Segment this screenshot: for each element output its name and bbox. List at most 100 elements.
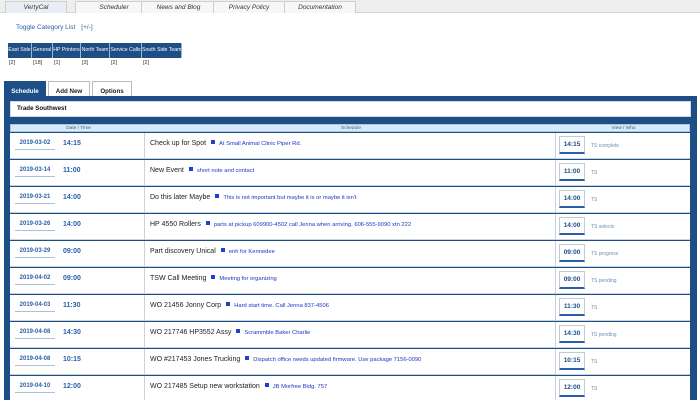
view-who-cell: 12:00 TS: [555, 376, 690, 400]
category-service-calls[interactable]: Service Calls: [110, 43, 142, 58]
event-status: TS complete: [591, 143, 620, 149]
column-header-schedule: Schedule: [340, 126, 361, 131]
nav-tab-news-blog[interactable]: News and Blog: [141, 1, 216, 13]
row-date[interactable]: 2019-04-08: [15, 326, 55, 339]
category-count: [18]: [33, 60, 43, 66]
row-date[interactable]: 2019-04-08: [15, 353, 55, 366]
table-row: 2019-03-02 14:15 Check up for Spot At Sma…: [10, 133, 690, 159]
view-event-button[interactable]: 09:00: [559, 244, 585, 262]
category-north-team[interactable]: North Team: [81, 43, 110, 58]
date-time-cell: 2019-03-02 14:15: [10, 133, 145, 159]
table-row: 2019-03-14 11:00 New Event short note and…: [10, 160, 690, 186]
event-title-text: Check up for Spot: [150, 140, 207, 147]
view-event-button[interactable]: 14:15: [559, 136, 585, 154]
row-time: 10:15: [63, 356, 81, 363]
event-title-text: New Event: [150, 167, 184, 174]
date-time-cell: 2019-03-21 14:00: [10, 187, 145, 213]
event-title-text: Do this later Maybe: [150, 194, 211, 201]
event-title: New Event short note and contact: [150, 167, 254, 174]
row-date[interactable]: 2019-04-03: [15, 299, 55, 312]
row-time: 14:00: [63, 221, 81, 228]
event-note: Scrammble Baker Charlie: [244, 330, 311, 336]
category-toggle[interactable]: Toggle Category List [+/-]: [16, 24, 93, 31]
category-east-side[interactable]: East Side: [8, 43, 32, 58]
view-event-button[interactable]: 12:00: [559, 379, 585, 397]
row-date[interactable]: 2019-04-02: [15, 272, 55, 285]
note-bullet-icon: [264, 383, 269, 387]
row-time: 14:15: [63, 140, 81, 147]
event-status: TS: [591, 386, 598, 392]
date-time-cell: 2019-04-02 09:00: [10, 268, 145, 294]
category-hp-printers[interactable]: HP Printers: [53, 43, 81, 58]
view-event-button[interactable]: 11:30: [559, 298, 585, 316]
event-status: TS: [591, 170, 598, 176]
view-who-cell: 14:00 TS selects: [555, 214, 690, 240]
table-row: 2019-04-08 10:15 WO #217453 Jones Trucki…: [10, 349, 690, 375]
view-event-button[interactable]: 14:00: [559, 217, 585, 235]
event-status: TS pending: [591, 332, 617, 338]
event-title: WO 217746 HP3552 Assy Scrammble Baker Cha…: [150, 329, 310, 336]
event-title: WO 217485 Setup new workstation JB Morfre…: [150, 383, 327, 390]
view-who-cell: 10:15 TS: [555, 349, 690, 375]
row-date[interactable]: 2019-03-29: [15, 245, 55, 258]
date-time-cell: 2019-03-29 09:00: [10, 241, 145, 267]
event-title-text: HP 4550 Rollers: [150, 221, 201, 228]
view-who-cell: 14:30 TS pending: [555, 322, 690, 348]
date-time-cell: 2019-03-14 11:00: [10, 160, 145, 186]
category-count: [2]: [111, 60, 118, 66]
date-time-cell: 2019-04-10 12:00: [10, 376, 145, 400]
event-status: TS: [591, 359, 598, 365]
event-status: TS: [591, 305, 598, 311]
view-who-cell: 14:00 TS: [555, 187, 690, 213]
note-bullet-icon: [226, 302, 231, 306]
event-title-text: WO 217746 HP3552 Assy: [150, 329, 232, 336]
category-toggle-label[interactable]: Toggle Category List: [16, 24, 75, 31]
row-date[interactable]: 2019-03-21: [15, 191, 55, 204]
row-time: 11:30: [63, 302, 81, 309]
note-bullet-icon: [236, 329, 241, 333]
event-title: Check up for Spot At Small Animal Clinic …: [150, 140, 301, 147]
view-who-cell: 11:00 TS: [555, 160, 690, 186]
view-event-button[interactable]: 14:00: [559, 190, 585, 208]
view-event-button[interactable]: 11:00: [559, 163, 585, 181]
event-note: Hard start time. Call Jenna 837-4506: [234, 303, 329, 309]
nav-tab-vertycal[interactable]: VertyCal: [5, 1, 67, 13]
category-general[interactable]: General: [32, 43, 53, 58]
category-count: [2]: [9, 60, 16, 66]
view-event-button[interactable]: 09:00: [559, 271, 585, 289]
event-note: At Small Animal Clinic Piper Rd.: [219, 141, 302, 147]
category-count: [2]: [143, 60, 150, 66]
view-who-cell: 11:30 TS: [555, 295, 690, 321]
table-row: 2019-04-03 11:30 WO 21456 Jonny Corp Hard…: [10, 295, 690, 321]
table-row: 2019-03-29 09:00 Part discovery Unical en…: [10, 241, 690, 267]
nav-tab-documentation[interactable]: Documentation: [284, 1, 356, 13]
row-time: 12:00: [63, 383, 81, 390]
note-bullet-icon: [215, 194, 220, 198]
event-title-text: WO #217453 Jones Trucking: [150, 356, 241, 363]
event-title: TSW Call Meeting Meeting for organizing: [150, 275, 277, 282]
row-date[interactable]: 2019-03-14: [15, 164, 55, 177]
event-status: TS: [591, 197, 598, 203]
date-time-cell: 2019-04-03 11:30: [10, 295, 145, 321]
event-title-text: WO 217485 Setup new workstation: [150, 383, 260, 390]
view-who-cell: 09:00 TS pending: [555, 268, 690, 294]
event-title: HP 4550 Rollers parts at pickup 609900-45…: [150, 221, 411, 228]
event-note: JB Morfree Bldg. 757: [272, 384, 328, 390]
table-header: Date / Time Schedule View / Who: [10, 124, 690, 132]
row-date[interactable]: 2019-03-02: [15, 137, 55, 150]
column-header-view-who: View / Who: [611, 126, 636, 131]
row-date[interactable]: 2019-03-26: [15, 218, 55, 231]
view-event-button[interactable]: 10:15: [559, 352, 585, 370]
nav-tab-privacy-policy[interactable]: Privacy Policy: [213, 1, 285, 13]
table-row: 2019-03-21 14:00 Do this later Maybe This…: [10, 187, 690, 213]
event-title: Do this later Maybe This is not important…: [150, 194, 357, 201]
row-time: 11:00: [63, 167, 81, 174]
note-bullet-icon: [205, 221, 210, 225]
row-date[interactable]: 2019-04-10: [15, 380, 55, 393]
event-note: This is not important but maybe it is or…: [223, 195, 357, 201]
note-bullet-icon: [211, 275, 216, 279]
event-title: WO #217453 Jones Trucking Dispatch office…: [150, 356, 421, 363]
view-event-button[interactable]: 14:30: [559, 325, 585, 343]
category-south-side-team[interactable]: South Side Team: [142, 43, 182, 58]
category-toggle-symbol[interactable]: [+/-]: [81, 24, 92, 31]
